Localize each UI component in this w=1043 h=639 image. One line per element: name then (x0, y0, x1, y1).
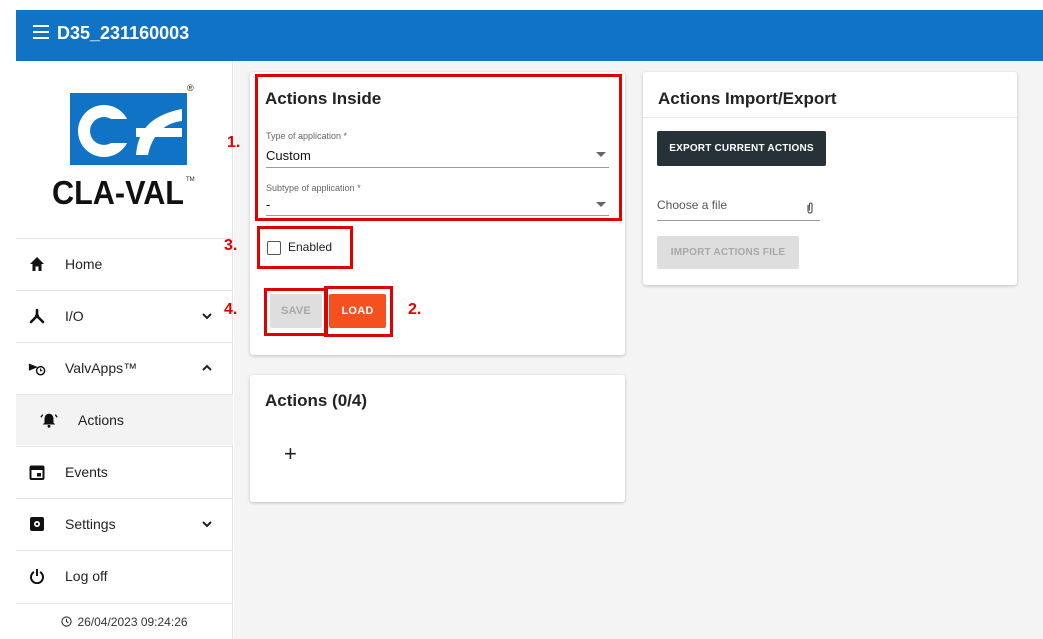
sidebar-item-io[interactable]: I/O (16, 290, 233, 341)
sidebar-item-label: Settings (65, 516, 116, 532)
annotation-box-4 (264, 288, 328, 336)
chevron-down-icon[interactable] (200, 517, 214, 531)
home-icon (28, 255, 46, 273)
paperclip-icon[interactable] (806, 202, 814, 214)
sidebar-item-label: ValvApps™ (65, 360, 138, 376)
sidebar-item-actions[interactable]: Actions (16, 394, 233, 445)
annotation-number-4: 4. (224, 301, 238, 318)
bell-alert-icon (40, 411, 58, 429)
power-icon (28, 567, 46, 585)
svg-text:CLA-VAL: CLA-VAL (52, 174, 184, 211)
sidebar-item-settings[interactable]: Settings (16, 498, 233, 549)
chevron-up-icon[interactable] (200, 361, 214, 375)
sidebar: ® CLA-VAL TM Home I/O ValvApps™ Actions (16, 61, 233, 639)
datetime-display: 26/04/2023 09:24:26 (16, 603, 233, 639)
sidebar-item-label: Home (65, 256, 103, 272)
clock-icon (61, 616, 73, 627)
import-export-card: Actions Import/Export EXPORT CURRENT ACT… (643, 72, 1017, 285)
file-placeholder: Choose a file (657, 198, 728, 212)
annotation-box-1 (255, 74, 622, 221)
annotation-box-2 (324, 286, 393, 337)
sidebar-item-label: Events (65, 464, 108, 480)
annotation-number-2: 2. (408, 301, 422, 318)
sidebar-item-label: Log off (65, 568, 108, 584)
datetime-text: 26/04/2023 09:24:26 (77, 614, 188, 629)
card-title: Actions (0/4) (265, 391, 368, 410)
sidebar-item-events[interactable]: Events (16, 446, 233, 497)
export-actions-button[interactable]: EXPORT CURRENT ACTIONS (657, 131, 826, 166)
chevron-down-icon[interactable] (200, 309, 214, 323)
annotation-box-3 (257, 226, 353, 269)
cla-val-logo: ® CLA-VAL TM (52, 83, 195, 211)
settings-icon (28, 515, 46, 533)
calendar-icon (28, 463, 46, 481)
device-title: D35_231160003 (57, 23, 190, 43)
svg-text:TM: TM (186, 177, 195, 183)
sidebar-item-home[interactable]: Home (16, 238, 233, 289)
sidebar-item-label: Actions (78, 412, 124, 428)
annotation-number-1: 1. (227, 134, 241, 151)
io-icon (28, 307, 46, 325)
actions-list-card: Actions (0/4) + (250, 375, 625, 502)
sidebar-item-logoff[interactable]: Log off (16, 550, 233, 601)
app-header: D35_231160003 (16, 10, 1043, 61)
annotation-number-3: 3. (224, 237, 238, 254)
add-action-button[interactable]: + (284, 443, 297, 465)
card-title: Actions Import/Export (658, 89, 837, 108)
valvapps-icon (28, 359, 46, 377)
menu-icon[interactable] (33, 25, 49, 39)
sidebar-item-label: I/O (65, 308, 84, 324)
field-underline (657, 220, 820, 221)
svg-text:®: ® (187, 83, 194, 93)
import-actions-button[interactable]: IMPORT ACTIONS FILE (657, 236, 799, 269)
sidebar-item-valvapps[interactable]: ValvApps™ (16, 342, 233, 393)
